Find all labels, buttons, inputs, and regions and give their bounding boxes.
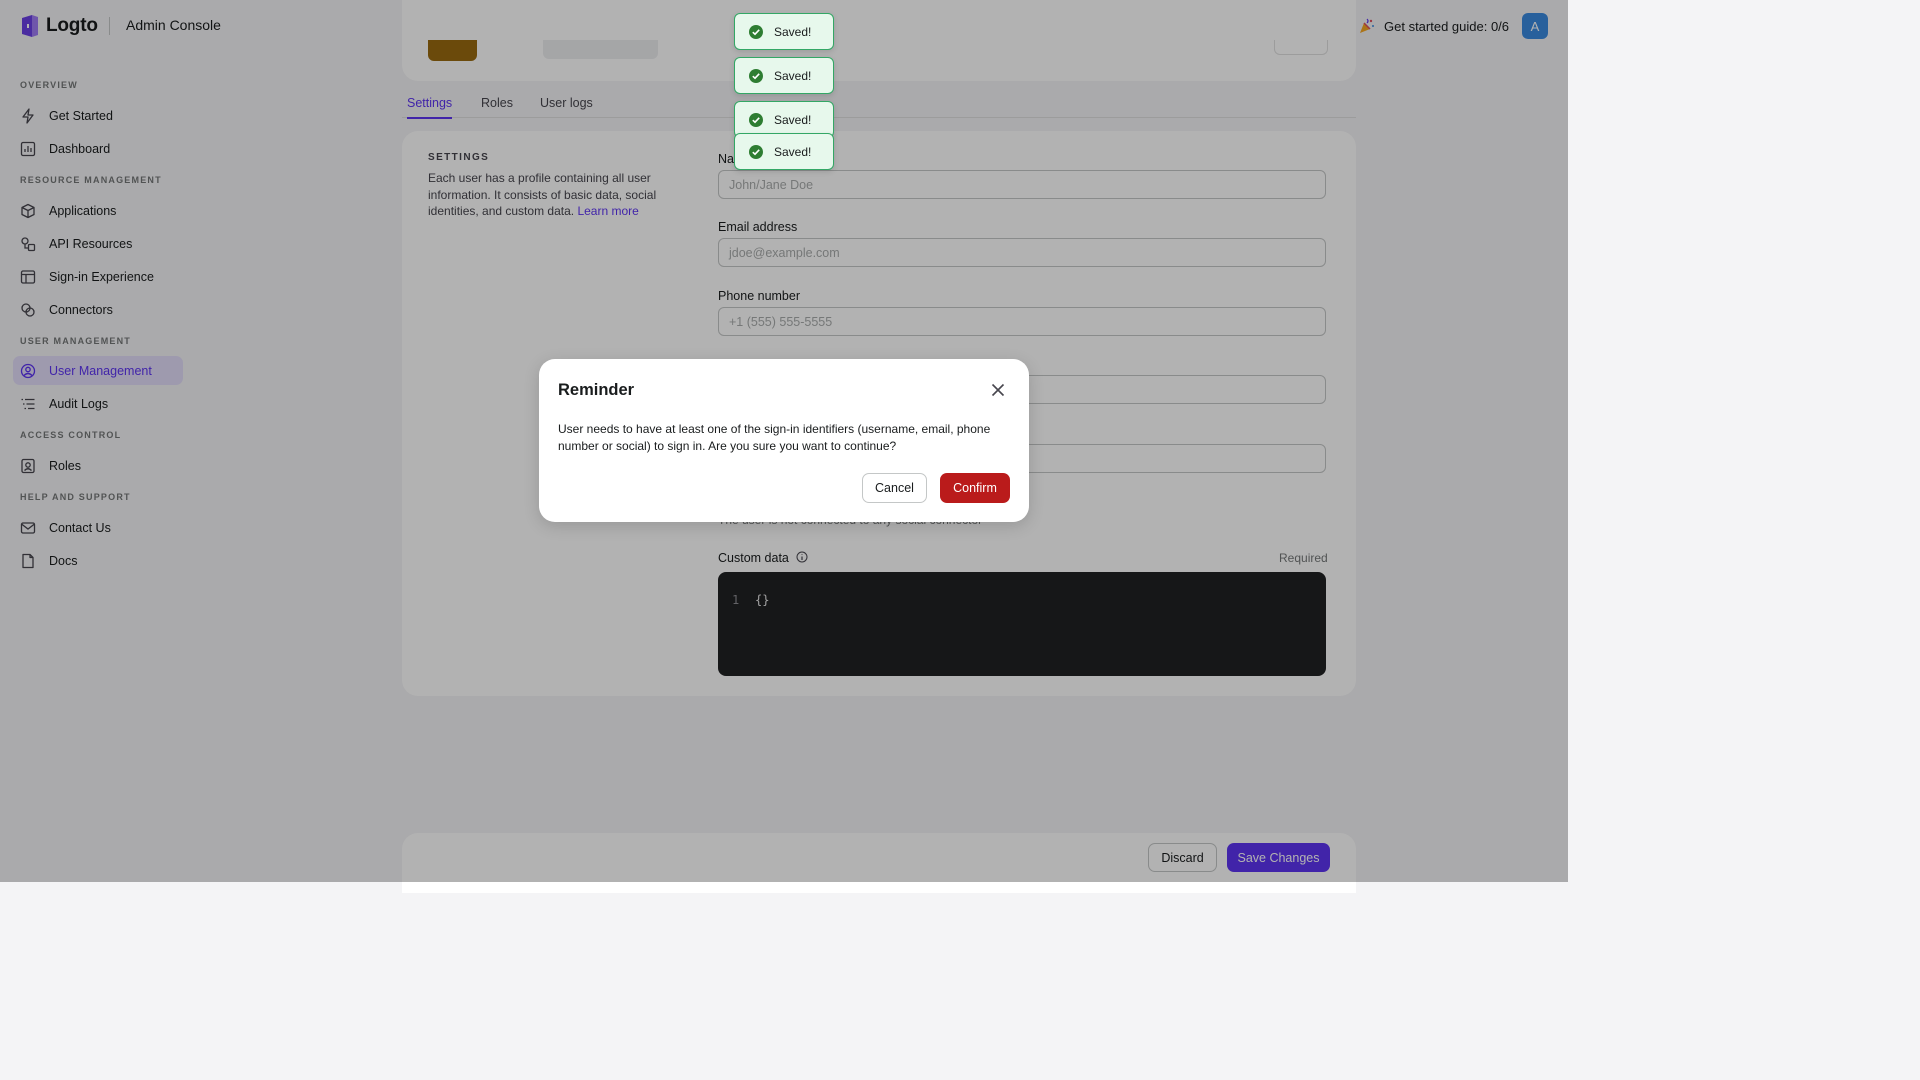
reminder-modal: Reminder User needs to have at least one… xyxy=(539,359,1029,522)
check-circle-icon xyxy=(749,68,763,83)
toast-saved: Saved! xyxy=(734,133,834,170)
toast-saved: Saved! xyxy=(734,57,834,94)
toast-message: Saved! xyxy=(774,68,812,83)
modal-title: Reminder xyxy=(558,381,635,399)
check-circle-icon xyxy=(749,144,763,159)
toast-saved: Saved! xyxy=(734,13,834,50)
toast-message: Saved! xyxy=(774,24,812,39)
close-icon[interactable] xyxy=(988,380,1008,400)
modal-message: User needs to have at least one of the s… xyxy=(558,422,991,453)
confirm-button[interactable]: Confirm xyxy=(940,473,1010,503)
cancel-button[interactable]: Cancel xyxy=(862,473,927,503)
check-circle-icon xyxy=(749,24,763,39)
toast-message: Saved! xyxy=(774,112,812,127)
check-circle-icon xyxy=(749,112,763,127)
toast-message: Saved! xyxy=(774,144,812,159)
